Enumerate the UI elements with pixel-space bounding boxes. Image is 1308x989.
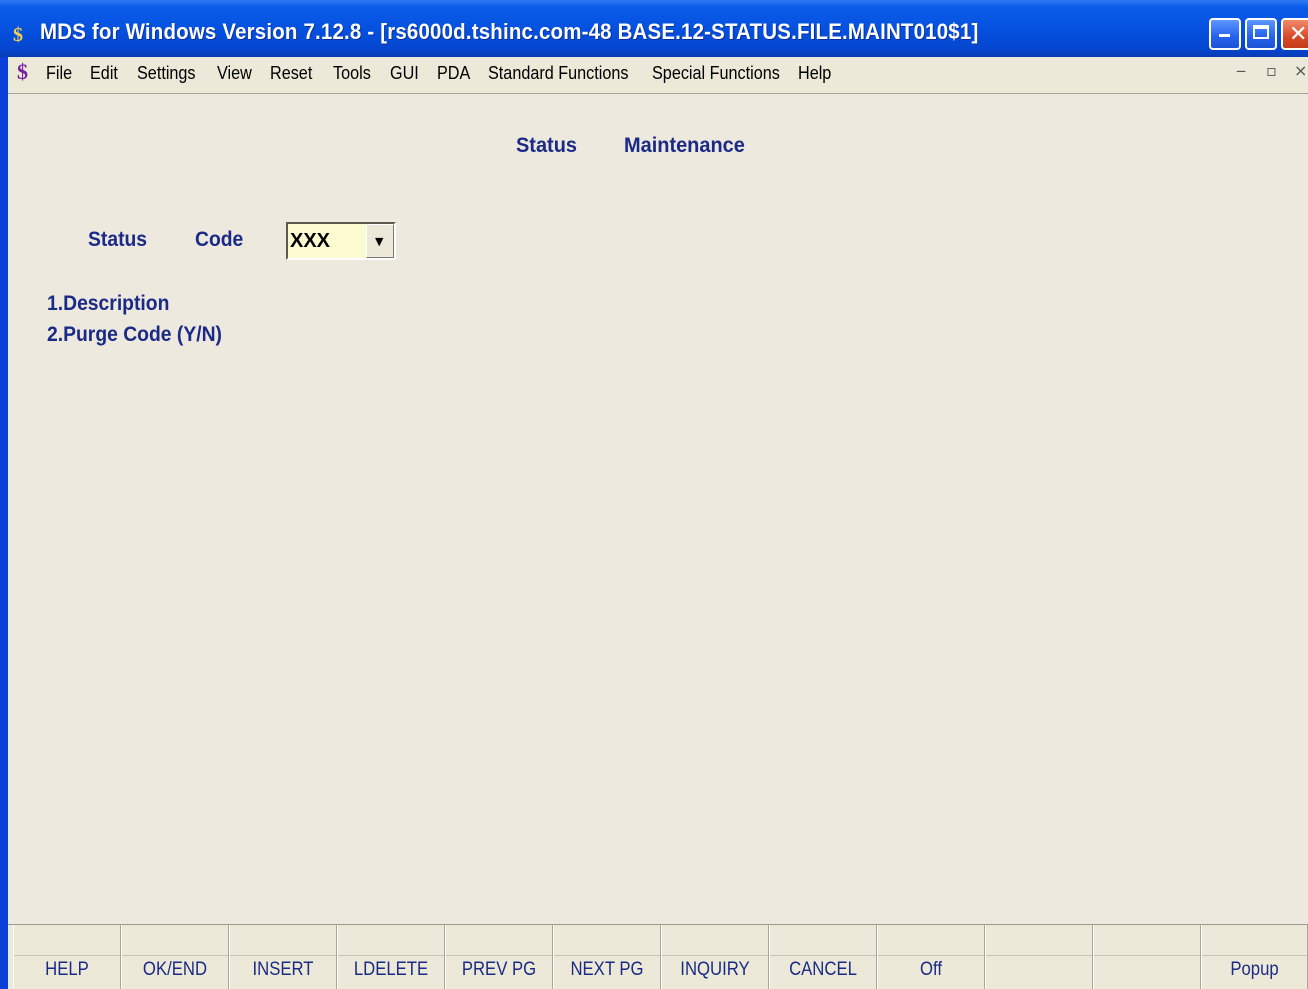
fkey-label: PREV PG bbox=[461, 959, 537, 980]
menu-standard-functions[interactable]: Standard Functions bbox=[488, 63, 628, 84]
menu-edit[interactable]: Edit bbox=[90, 63, 118, 84]
fkey-insert[interactable]: INSERT bbox=[229, 925, 337, 989]
fkey-prev-pg[interactable]: PREV PG bbox=[445, 925, 553, 989]
fkey-help[interactable]: HELP bbox=[13, 925, 121, 989]
status-code-combobox[interactable]: ▼ bbox=[286, 222, 396, 260]
page-title-status: Status bbox=[516, 134, 577, 157]
fkey-ldelete[interactable]: LDELETE bbox=[337, 925, 445, 989]
chevron-down-icon: ▼ bbox=[375, 235, 384, 248]
fkey-label: Popup bbox=[1230, 959, 1279, 980]
fkey-label: Off bbox=[920, 959, 942, 980]
minimize-button[interactable] bbox=[1209, 18, 1241, 50]
mdi-restore-icon[interactable]: ▫ bbox=[1266, 61, 1277, 80]
status-code-input[interactable] bbox=[290, 229, 362, 253]
function-key-bar: HELP OK/END INSERT LDELETE PREV PG NEXT … bbox=[8, 924, 1308, 989]
title-bar[interactable]: $ MDS for Windows Version 7.12.8 - [rs60… bbox=[0, 0, 1308, 57]
fkey-ok-end[interactable]: OK/END bbox=[121, 925, 229, 989]
fkey-label: INQUIRY bbox=[680, 959, 750, 980]
menu-file[interactable]: File bbox=[46, 63, 72, 84]
fkey-label: NEXT PG bbox=[570, 959, 644, 980]
form-area: Status Maintenance Status Code ▼ 1.Descr… bbox=[8, 94, 1308, 924]
minimize-icon bbox=[1219, 34, 1230, 37]
menu-pda[interactable]: PDA bbox=[437, 63, 470, 84]
fkey-label: CANCEL bbox=[789, 959, 857, 980]
fkey-next-pg[interactable]: NEXT PG bbox=[553, 925, 661, 989]
page-title-maintenance: Maintenance bbox=[624, 134, 745, 157]
fkey-cancel[interactable]: CANCEL bbox=[769, 925, 877, 989]
fkey-blank-2[interactable] bbox=[1093, 925, 1201, 989]
menu-logo-icon[interactable]: $ bbox=[17, 59, 28, 85]
fkey-off[interactable]: Off bbox=[877, 925, 985, 989]
menu-tools[interactable]: Tools bbox=[333, 63, 371, 84]
status-label: Status bbox=[88, 228, 148, 251]
fkey-popup[interactable]: Popup bbox=[1201, 925, 1308, 989]
fkey-label: HELP bbox=[45, 959, 89, 980]
menu-settings[interactable]: Settings bbox=[137, 63, 196, 84]
status-code-dropdown-button[interactable]: ▼ bbox=[366, 224, 394, 258]
app-logo-icon[interactable]: $ bbox=[13, 21, 33, 49]
mdi-close-icon[interactable]: × bbox=[1294, 61, 1307, 80]
menu-bar: $ File Edit Settings View Reset Tools GU… bbox=[8, 57, 1308, 94]
fkey-label: INSERT bbox=[252, 959, 314, 980]
code-label: Code bbox=[195, 228, 244, 251]
fkey-label: OK/END bbox=[142, 959, 208, 980]
fkey-blank-1[interactable] bbox=[985, 925, 1093, 989]
close-icon: ✕ bbox=[1289, 22, 1308, 47]
menu-view[interactable]: View bbox=[217, 63, 252, 84]
mdi-minimize-icon[interactable]: ‒ bbox=[1236, 61, 1246, 80]
menu-reset[interactable]: Reset bbox=[270, 63, 312, 84]
window-title: MDS for Windows Version 7.12.8 - [rs6000… bbox=[40, 19, 979, 44]
field-purge-code-label: 2.Purge Code (Y/N) bbox=[47, 323, 222, 346]
fkey-label: LDELETE bbox=[353, 959, 429, 980]
maximize-icon bbox=[1253, 25, 1269, 39]
maximize-button[interactable] bbox=[1245, 18, 1277, 50]
close-button[interactable]: ✕ bbox=[1281, 18, 1308, 50]
menu-special-functions[interactable]: Special Functions bbox=[652, 63, 780, 84]
menu-help[interactable]: Help bbox=[798, 63, 831, 84]
fkey-inquiry[interactable]: INQUIRY bbox=[661, 925, 769, 989]
menu-gui[interactable]: GUI bbox=[390, 63, 419, 84]
field-description-label: 1.Description bbox=[47, 292, 170, 315]
